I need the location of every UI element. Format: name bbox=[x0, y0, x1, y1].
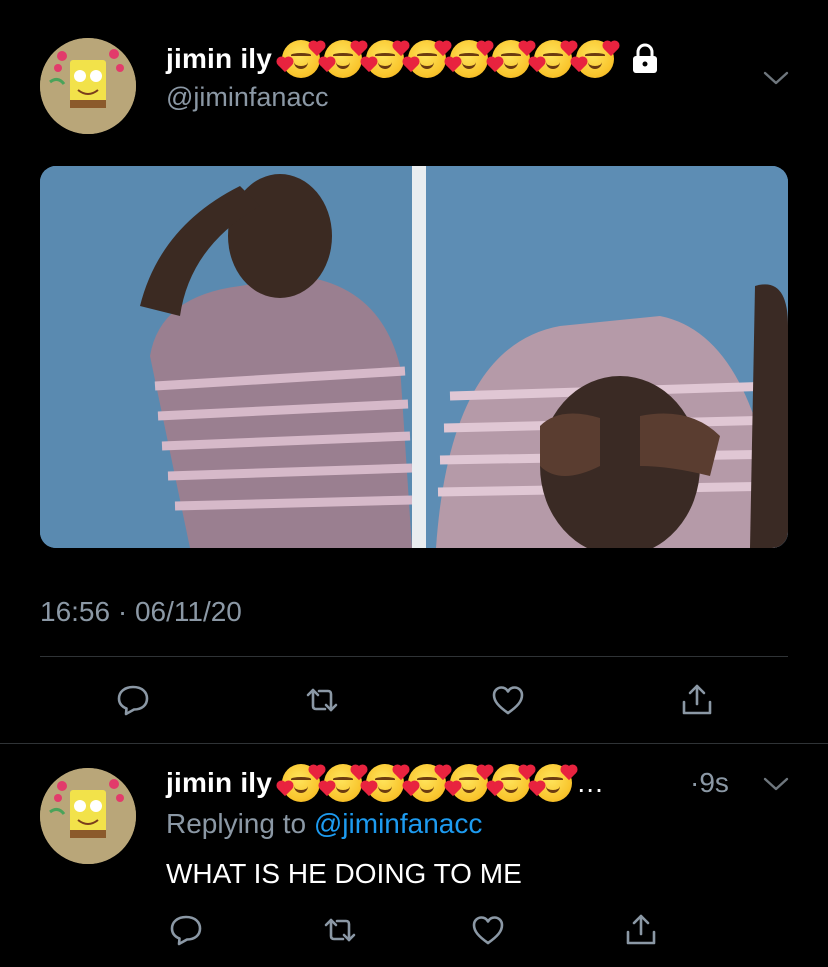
smiling-face-with-hearts-icon bbox=[361, 40, 409, 78]
like-icon bbox=[472, 916, 504, 945]
lock-icon bbox=[630, 43, 660, 75]
handle[interactable]: @jiminfanacc bbox=[166, 82, 328, 113]
reply-button[interactable] bbox=[166, 910, 206, 950]
replying-to-label: Replying to bbox=[166, 808, 314, 839]
smiling-face-with-hearts-icon bbox=[403, 764, 451, 802]
replying-to-mention[interactable]: @jiminfanacc bbox=[314, 808, 482, 839]
divider bbox=[40, 656, 788, 657]
smiling-face-with-hearts-icon bbox=[319, 40, 367, 78]
smiling-face-with-hearts-icon bbox=[277, 764, 325, 802]
chevron-down-icon[interactable] bbox=[760, 770, 792, 798]
smiling-face-with-hearts-icon bbox=[529, 764, 577, 802]
like-button[interactable] bbox=[468, 910, 508, 950]
smiling-face-with-hearts-icon bbox=[445, 764, 493, 802]
smiling-face-with-hearts-icon bbox=[529, 40, 577, 78]
retweet-icon bbox=[324, 918, 356, 942]
tweet-image[interactable] bbox=[40, 166, 788, 548]
tweet-timestamp[interactable]: 16:56 · 06/11/20 bbox=[40, 596, 242, 628]
smiling-face-with-hearts-icon bbox=[277, 40, 325, 78]
smiling-face-with-hearts-icon bbox=[445, 40, 493, 78]
share-button[interactable] bbox=[677, 680, 717, 720]
share-icon bbox=[626, 914, 656, 945]
share-button[interactable] bbox=[621, 910, 661, 950]
retweet-button[interactable] bbox=[302, 680, 342, 720]
reply-icon bbox=[117, 685, 149, 716]
chevron-down-icon[interactable] bbox=[760, 64, 792, 92]
reply-author-line: jimin ily … bbox=[166, 764, 604, 802]
smiling-face-with-hearts-icon bbox=[361, 764, 409, 802]
smiling-face-with-hearts-icon bbox=[487, 764, 535, 802]
replying-to: Replying to @jiminfanacc bbox=[166, 808, 482, 840]
name-emoji-row bbox=[277, 40, 619, 78]
smiling-face-with-hearts-icon bbox=[319, 764, 367, 802]
reply-display-name[interactable]: jimin ily bbox=[166, 767, 272, 799]
reply-name-emoji-row bbox=[277, 764, 577, 802]
retweet-button[interactable] bbox=[320, 910, 360, 950]
smiling-face-with-hearts-icon bbox=[487, 40, 535, 78]
author-line: jimin ily bbox=[166, 40, 660, 78]
smiling-face-with-hearts-icon bbox=[403, 40, 451, 78]
reply-icon bbox=[170, 915, 202, 946]
divider bbox=[0, 743, 828, 744]
reply-avatar[interactable] bbox=[40, 768, 136, 864]
reply-time[interactable]: ·9s bbox=[690, 767, 729, 799]
smiling-face-with-hearts-icon bbox=[571, 40, 619, 78]
like-button[interactable] bbox=[488, 680, 528, 720]
avatar[interactable] bbox=[40, 38, 136, 134]
reply-text: WHAT IS HE DOING TO ME bbox=[166, 858, 522, 889]
retweet-icon bbox=[306, 688, 338, 712]
like-icon bbox=[492, 686, 524, 715]
name-ellipsis: … bbox=[576, 767, 605, 798]
reply-button[interactable] bbox=[113, 680, 153, 720]
share-icon bbox=[682, 684, 712, 715]
display-name[interactable]: jimin ily bbox=[166, 43, 272, 75]
